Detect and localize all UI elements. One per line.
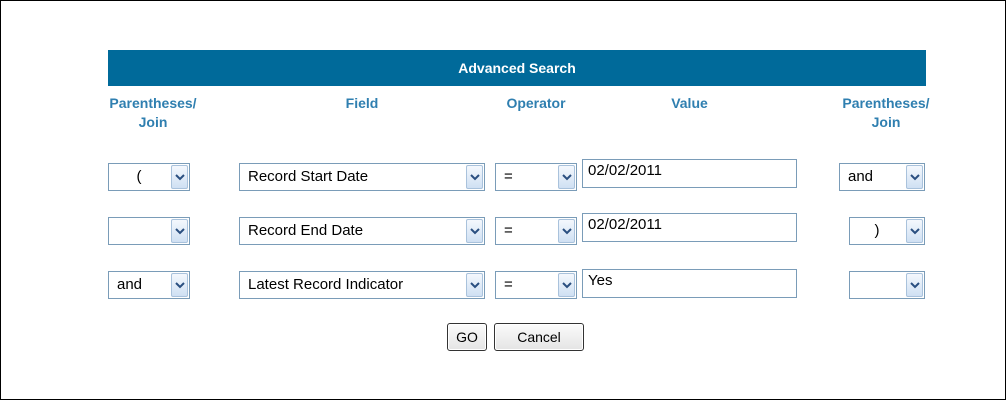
- select-value: and: [117, 276, 143, 293]
- chevron-down-icon[interactable]: [906, 219, 923, 243]
- column-header-join-left: Parentheses/ Join: [109, 95, 197, 130]
- select-value: Latest Record Indicator: [248, 276, 404, 293]
- column-header-field: Field: [345, 95, 379, 111]
- chevron-down-icon[interactable]: [906, 165, 923, 189]
- select-value: Record Start Date: [248, 168, 369, 185]
- search-panel: Advanced Search Parentheses/ Join Field …: [0, 0, 1006, 400]
- field-select-row2[interactable]: Record End Date: [239, 217, 485, 245]
- chevron-down-icon[interactable]: [906, 273, 923, 297]
- join-right-select-row2[interactable]: ): [849, 217, 925, 245]
- chevron-down-icon[interactable]: [558, 165, 575, 189]
- select-value: (: [136, 168, 142, 185]
- page-title: Advanced Search: [458, 60, 576, 76]
- value-input-row3[interactable]: Yes: [582, 269, 797, 298]
- cancel-button[interactable]: Cancel: [494, 323, 584, 351]
- go-button[interactable]: GO: [447, 323, 487, 351]
- field-select-row1[interactable]: Record Start Date: [239, 163, 485, 191]
- join-left-select-row3[interactable]: and: [108, 271, 190, 299]
- select-value: =: [504, 276, 513, 293]
- chevron-down-icon[interactable]: [171, 165, 188, 189]
- operator-select-row1[interactable]: =: [495, 163, 577, 191]
- join-right-select-row3[interactable]: [849, 271, 925, 299]
- select-value: =: [504, 168, 513, 185]
- join-left-select-row2[interactable]: [108, 217, 190, 245]
- select-value: ): [874, 222, 880, 239]
- value-input-row1[interactable]: 02/02/2011: [582, 159, 797, 188]
- join-right-select-row1[interactable]: and: [839, 163, 925, 191]
- chevron-down-icon[interactable]: [466, 273, 483, 297]
- field-select-row3[interactable]: Latest Record Indicator: [239, 271, 485, 299]
- value-input-row2[interactable]: 02/02/2011: [582, 213, 797, 242]
- column-header-join-right: Parentheses/ Join: [842, 95, 930, 130]
- column-header-operator: Operator: [506, 95, 566, 111]
- advanced-search-header: Advanced Search: [108, 50, 926, 86]
- select-value: and: [848, 168, 874, 185]
- chevron-down-icon[interactable]: [558, 219, 575, 243]
- operator-select-row3[interactable]: =: [495, 271, 577, 299]
- select-value: Record End Date: [248, 222, 364, 239]
- column-header-value: Value: [671, 95, 708, 111]
- chevron-down-icon[interactable]: [171, 273, 188, 297]
- chevron-down-icon[interactable]: [558, 273, 575, 297]
- chevron-down-icon[interactable]: [171, 219, 188, 243]
- select-value: =: [504, 222, 513, 239]
- join-left-select-row1[interactable]: (: [108, 163, 190, 191]
- chevron-down-icon[interactable]: [466, 219, 483, 243]
- chevron-down-icon[interactable]: [466, 165, 483, 189]
- operator-select-row2[interactable]: =: [495, 217, 577, 245]
